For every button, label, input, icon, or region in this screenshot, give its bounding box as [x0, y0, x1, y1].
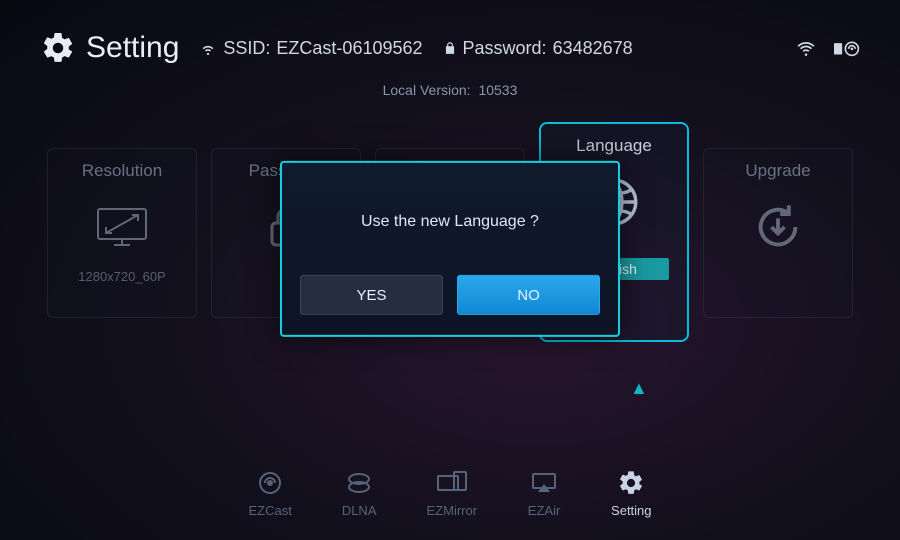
tile-resolution[interactable]: Resolution 1280x720_60P: [47, 148, 197, 318]
refresh-download-icon: [752, 199, 804, 255]
language-confirm-dialog: Use the new Language ? YES NO: [280, 161, 620, 337]
title-group: Setting: [40, 30, 179, 66]
nav-ezair-label: EZAir: [528, 503, 561, 518]
wifi-small-icon: [199, 39, 217, 57]
nav-ezair[interactable]: EZAir: [527, 469, 561, 518]
no-button[interactable]: NO: [457, 275, 600, 315]
version-label: Local Version:: [383, 82, 471, 98]
gear-icon: [40, 30, 76, 66]
password-label: Password:: [463, 38, 547, 59]
version-row: Local Version: 10533: [0, 82, 900, 98]
tile-upgrade[interactable]: Upgrade: [703, 148, 853, 318]
ezair-icon: [527, 469, 561, 497]
nav-dlna-label: DLNA: [342, 503, 377, 518]
tile-language-title: Language: [576, 136, 652, 156]
nav-ezmirror-label: EZMirror: [427, 503, 478, 518]
tile-resolution-value: 1280x720_60P: [78, 269, 165, 284]
lock-small-icon: [443, 41, 457, 55]
dialog-buttons: YES NO: [300, 275, 600, 315]
header-bar: Setting SSID: EZCast-06109562 Password: …: [0, 0, 900, 76]
cast-status-icon: [834, 38, 860, 58]
nav-setting[interactable]: Setting: [611, 469, 651, 518]
nav-dlna[interactable]: DLNA: [342, 469, 377, 518]
password-info: Password: 63482678: [443, 38, 633, 59]
nav-ezmirror[interactable]: EZMirror: [427, 469, 478, 518]
nav-ezcast-label: EZCast: [248, 503, 291, 518]
bottom-nav: EZCast DLNA EZMirror EZAir Setting: [0, 469, 900, 518]
ssid-info: SSID: EZCast-06109562: [199, 38, 422, 59]
page-title: Setting: [86, 31, 179, 65]
gear-nav-icon: [614, 469, 648, 497]
version-value: 10533: [478, 82, 517, 98]
password-value: 63482678: [553, 38, 633, 59]
tile-resolution-title: Resolution: [82, 161, 162, 181]
wifi-status-icon: [794, 38, 818, 58]
header-status-icons: [794, 38, 860, 58]
dialog-message: Use the new Language ?: [300, 213, 600, 231]
ezcast-icon: [253, 469, 287, 497]
dlna-icon: [342, 469, 376, 497]
monitor-icon: [92, 199, 152, 255]
nav-ezcast[interactable]: EZCast: [248, 469, 291, 518]
tile-pointer-up-icon: ▲: [630, 378, 648, 399]
ssid-label: SSID:: [223, 38, 270, 59]
tile-upgrade-title: Upgrade: [745, 161, 810, 181]
ssid-value: EZCast-06109562: [276, 38, 422, 59]
yes-button[interactable]: YES: [300, 275, 443, 315]
ezmirror-icon: [435, 469, 469, 497]
nav-setting-label: Setting: [611, 503, 651, 518]
